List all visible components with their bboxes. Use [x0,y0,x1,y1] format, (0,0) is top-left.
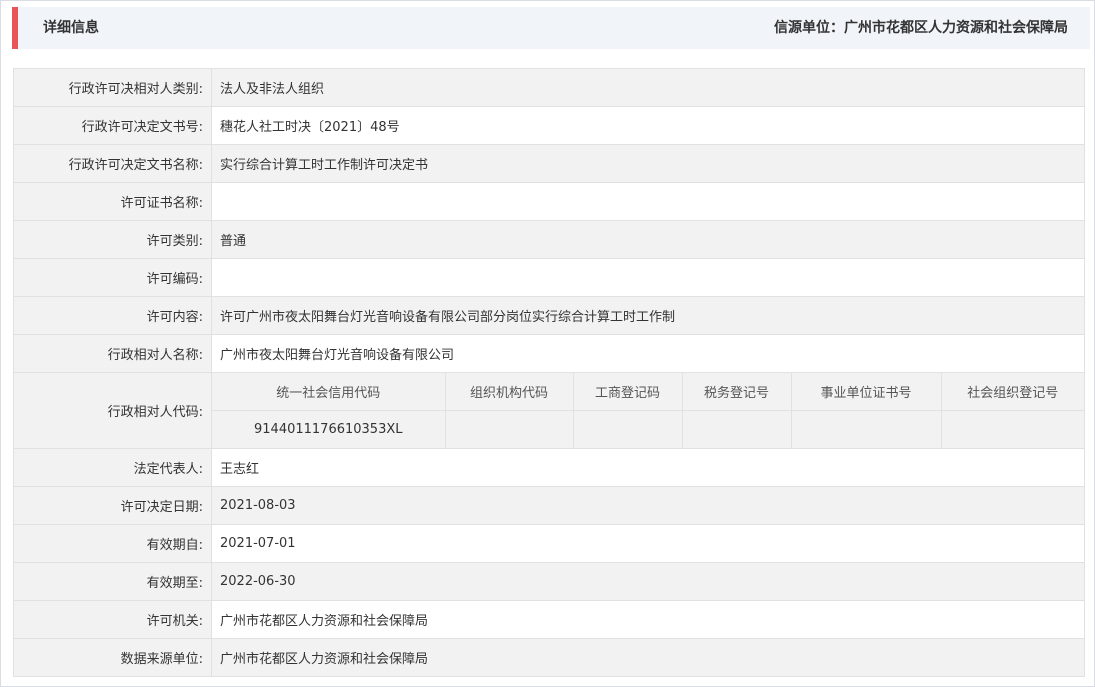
table-row: 许可机关: 广州市花都区人力资源和社会保障局 [13,600,1085,639]
table-row: 行政许可决相对人类别: 法人及非法人组织 [13,68,1085,107]
codes-value: 9144011176610353XL [212,410,446,448]
table-row: 行政相对人代码: 统一社会信用代码 组织机构代码 工商登记码 税务登记号 事业单… [13,372,1085,449]
field-value: 广州市花都区人力资源和社会保障局 [211,600,1085,639]
table-row: 许可类别: 普通 [13,220,1085,259]
field-value: 实行综合计算工时工作制许可决定书 [211,144,1085,183]
field-label: 有效期至: [13,562,212,601]
codes-value [940,410,1084,448]
field-label: 许可类别: [13,220,212,259]
field-label: 行政相对人代码: [13,372,212,449]
table-row: 许可证书名称: [13,182,1085,221]
codes-header: 社会组织登记号 [940,373,1084,411]
codes-value-row: 9144011176610353XL [212,410,1084,448]
panel-title: 详细信息 [43,20,99,36]
detail-panel: 详细信息 信源单位：广州市花都区人力资源和社会保障局 行政许可决相对人类别: 法… [0,0,1095,687]
codes-value [572,410,683,448]
field-value: 2021-07-01 [211,524,1085,563]
detail-table: 行政许可决相对人类别: 法人及非法人组织 行政许可决定文书号: 穗花人社工时决〔… [13,68,1085,677]
field-value: 广州市花都区人力资源和社会保障局 [211,638,1085,677]
codes-cell: 统一社会信用代码 组织机构代码 工商登记码 税务登记号 事业单位证书号 社会组织… [211,372,1085,449]
table-row: 有效期自: 2021-07-01 [13,524,1085,563]
header-accent-bar [12,7,18,49]
field-value: 广州市夜太阳舞台灯光音响设备有限公司 [211,334,1085,373]
field-label: 行政许可决定文书名称: [13,144,212,183]
codes-header: 组织机构代码 [444,373,574,411]
panel-header: 详细信息 信源单位：广州市花都区人力资源和社会保障局 [12,7,1090,49]
field-label: 法定代表人: [13,448,212,487]
field-value: 普通 [211,220,1085,259]
codes-header: 事业单位证书号 [790,373,942,411]
codes-value [790,410,942,448]
table-row: 法定代表人: 王志红 [13,448,1085,487]
codes-header: 税务登记号 [681,373,792,411]
field-label: 行政许可决定文书号: [13,106,212,145]
field-value: 穗花人社工时决〔2021〕48号 [211,106,1085,145]
table-row: 许可内容: 许可广州市夜太阳舞台灯光音响设备有限公司部分岗位实行综合计算工时工作… [13,296,1085,335]
table-row: 许可编码: [13,258,1085,297]
field-value: 许可广州市夜太阳舞台灯光音响设备有限公司部分岗位实行综合计算工时工作制 [211,296,1085,335]
field-label: 有效期自: [13,524,212,563]
table-row: 行政相对人名称: 广州市夜太阳舞台灯光音响设备有限公司 [13,334,1085,373]
field-label: 许可编码: [13,258,212,297]
field-label: 许可证书名称: [13,182,212,221]
table-row: 行政许可决定文书名称: 实行综合计算工时工作制许可决定书 [13,144,1085,183]
field-label: 许可内容: [13,296,212,335]
field-value [211,258,1085,297]
codes-header: 工商登记码 [572,373,683,411]
source-unit: 信源单位：广州市花都区人力资源和社会保障局 [774,20,1068,36]
codes-header-row: 统一社会信用代码 组织机构代码 工商登记码 税务登记号 事业单位证书号 社会组织… [212,373,1084,411]
table-row: 行政许可决定文书号: 穗花人社工时决〔2021〕48号 [13,106,1085,145]
table-row: 有效期至: 2022-06-30 [13,562,1085,601]
codes-value [681,410,792,448]
codes-header: 统一社会信用代码 [212,373,446,411]
codes-table: 统一社会信用代码 组织机构代码 工商登记码 税务登记号 事业单位证书号 社会组织… [212,373,1084,448]
codes-value [444,410,574,448]
field-label: 行政相对人名称: [13,334,212,373]
field-value [211,182,1085,221]
field-label: 许可机关: [13,600,212,639]
field-value: 法人及非法人组织 [211,68,1085,107]
table-row: 许可决定日期: 2021-08-03 [13,486,1085,525]
field-value: 2022-06-30 [211,562,1085,601]
field-label: 行政许可决相对人类别: [13,68,212,107]
field-value: 2021-08-03 [211,486,1085,525]
field-value: 王志红 [211,448,1085,487]
field-label: 数据来源单位: [13,638,212,677]
field-label: 许可决定日期: [13,486,212,525]
table-row: 数据来源单位: 广州市花都区人力资源和社会保障局 [13,638,1085,677]
